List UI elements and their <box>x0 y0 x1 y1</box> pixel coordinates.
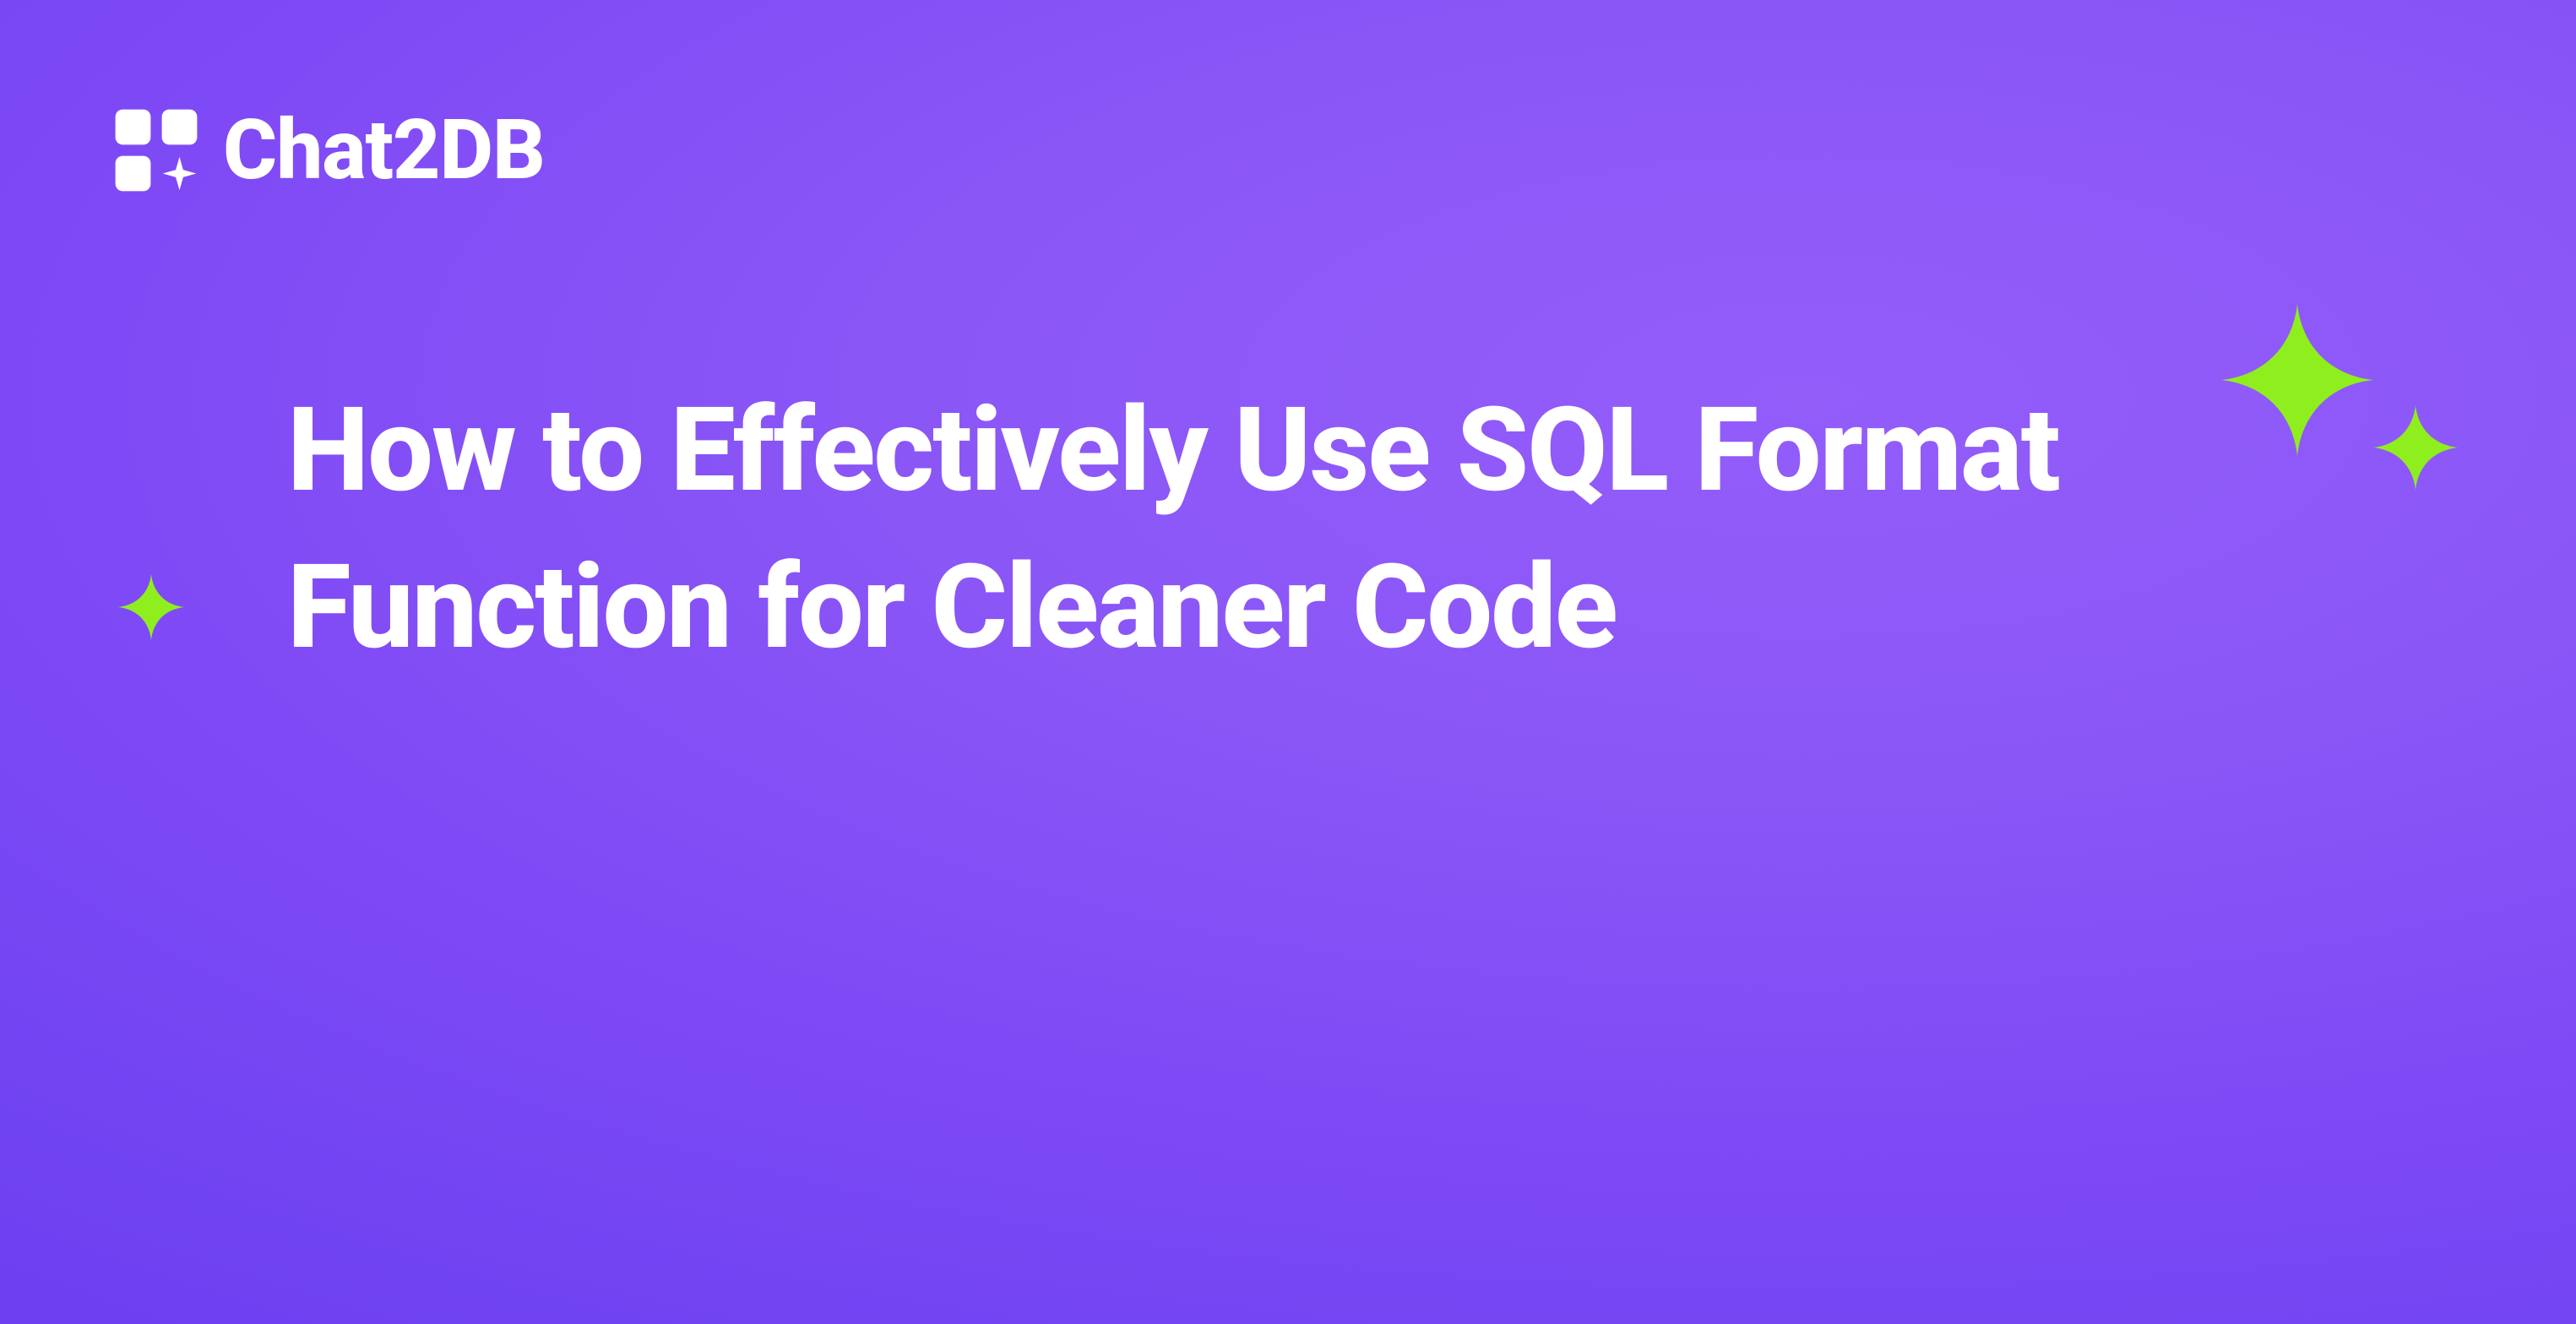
page-title: How to Effectively Use SQL Format Functi… <box>287 372 2314 686</box>
brand-logo: Chat2DB <box>110 101 545 198</box>
sparkle-icon <box>118 574 184 640</box>
brand-logo-mark <box>110 104 203 197</box>
sparkle-icon <box>2373 405 2458 490</box>
brand-name: Chat2DB <box>223 101 545 198</box>
sparkle-icon <box>2221 304 2373 456</box>
